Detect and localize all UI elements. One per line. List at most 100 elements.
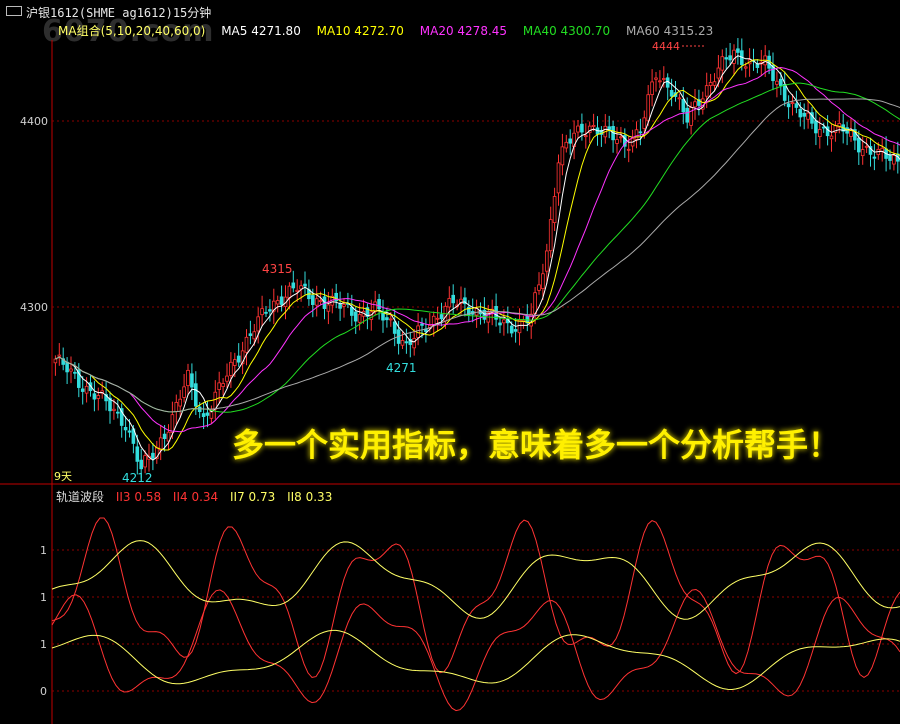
candle-body bbox=[73, 371, 77, 374]
candle-body bbox=[205, 412, 210, 416]
candle-body bbox=[123, 427, 128, 431]
candle-body bbox=[548, 219, 553, 252]
candle-body bbox=[57, 354, 62, 357]
candle-body bbox=[829, 135, 834, 140]
ind-tick-4: 0 bbox=[40, 685, 47, 698]
candle-body bbox=[295, 289, 299, 292]
candle-body bbox=[268, 309, 272, 312]
candle-body bbox=[724, 57, 728, 60]
candle-body bbox=[65, 361, 69, 373]
candle-body bbox=[607, 126, 611, 130]
candle-body bbox=[704, 85, 709, 97]
candle-body bbox=[451, 294, 455, 304]
candle-body bbox=[369, 311, 374, 320]
candle-body bbox=[373, 301, 377, 312]
candle-body bbox=[654, 77, 658, 80]
candle-body bbox=[502, 319, 506, 324]
candle-body bbox=[69, 368, 73, 372]
candle-body bbox=[357, 314, 362, 323]
candle-body bbox=[252, 331, 257, 340]
candle-body bbox=[193, 383, 198, 407]
candle-body bbox=[256, 316, 260, 332]
candle-body bbox=[287, 285, 292, 299]
candle-body bbox=[143, 455, 147, 468]
candle-body bbox=[116, 411, 120, 414]
candle-body bbox=[638, 131, 643, 134]
candle-body bbox=[162, 433, 167, 439]
candle-body bbox=[201, 413, 206, 417]
candle-body bbox=[626, 148, 631, 151]
ii7-label: II7 0.73 bbox=[230, 490, 276, 504]
candle-body bbox=[225, 375, 229, 382]
candle-body bbox=[552, 196, 557, 223]
candle-body bbox=[790, 102, 795, 104]
candle-body bbox=[353, 311, 358, 322]
candle-body bbox=[712, 81, 717, 86]
candle-body bbox=[400, 340, 405, 346]
ma20-line bbox=[55, 66, 900, 433]
candle-body bbox=[615, 139, 619, 144]
candle-body bbox=[716, 67, 721, 79]
candle-body bbox=[564, 141, 569, 149]
candle-body bbox=[388, 318, 393, 321]
candle-body bbox=[782, 84, 787, 101]
candle-body bbox=[310, 295, 315, 305]
candle-body bbox=[326, 304, 331, 312]
candle-body bbox=[802, 112, 806, 117]
candle-body bbox=[174, 402, 179, 413]
period-label: 9天 bbox=[54, 470, 72, 483]
tick-label-4300: 4300 bbox=[20, 301, 48, 314]
candle-body bbox=[584, 135, 588, 138]
candle-body bbox=[53, 358, 58, 364]
candle-body bbox=[112, 408, 116, 411]
chart-canvas[interactable]: 4400 4300 1 1 1 0 4444 4315 4271 4212 9天 bbox=[0, 0, 900, 724]
candle-body bbox=[794, 103, 799, 108]
candle-body bbox=[303, 283, 307, 287]
candle-body bbox=[732, 49, 736, 64]
candle-body bbox=[517, 319, 522, 334]
candle-body bbox=[541, 273, 545, 289]
candle-body bbox=[182, 386, 186, 398]
candle-body bbox=[857, 137, 861, 153]
candle-body bbox=[314, 298, 319, 306]
candle-body bbox=[158, 437, 163, 451]
candle-body bbox=[244, 336, 249, 353]
indicator-lines-layer bbox=[51, 517, 900, 712]
ind-tick-3: 1 bbox=[40, 638, 47, 651]
candle-body bbox=[662, 78, 666, 80]
ii3-label: II3 0.58 bbox=[115, 490, 162, 504]
candle-body bbox=[568, 138, 572, 144]
candle-body bbox=[186, 369, 190, 387]
candle-body bbox=[591, 124, 596, 127]
candle-body bbox=[806, 112, 810, 120]
candle-body bbox=[720, 56, 725, 71]
candle-body bbox=[498, 322, 502, 326]
candle-body bbox=[775, 80, 779, 85]
candle-body bbox=[708, 82, 713, 87]
candle-body bbox=[92, 393, 97, 400]
ma-lines-layer bbox=[55, 55, 900, 461]
candle-body bbox=[232, 359, 237, 366]
candle-body bbox=[170, 414, 175, 434]
candle-body bbox=[864, 145, 869, 148]
candle-body bbox=[860, 149, 865, 157]
candle-body bbox=[888, 154, 892, 161]
ii8-label: II8 0.33 bbox=[287, 490, 333, 504]
candle-body bbox=[892, 155, 896, 165]
promo-banner: 多一个实用指标，意味着多一个分析帮手！ bbox=[232, 426, 841, 464]
candle-body bbox=[439, 314, 444, 320]
candle-body bbox=[533, 292, 537, 314]
candle-body bbox=[190, 373, 194, 388]
indicator-legend: 轨道波段 II3 0.58 II4 0.34 II7 0.73 II8 0.33 bbox=[56, 488, 340, 505]
candle-body bbox=[135, 446, 140, 462]
candle-body bbox=[381, 311, 385, 321]
candle-body bbox=[658, 80, 662, 83]
candle-body bbox=[84, 385, 89, 394]
ma5-line bbox=[55, 55, 900, 461]
candle-body bbox=[650, 81, 654, 95]
candle-body bbox=[537, 284, 541, 291]
candle-body bbox=[338, 304, 342, 309]
candle-body bbox=[545, 250, 549, 272]
candle-body bbox=[509, 325, 514, 334]
ma60-line bbox=[55, 98, 900, 413]
